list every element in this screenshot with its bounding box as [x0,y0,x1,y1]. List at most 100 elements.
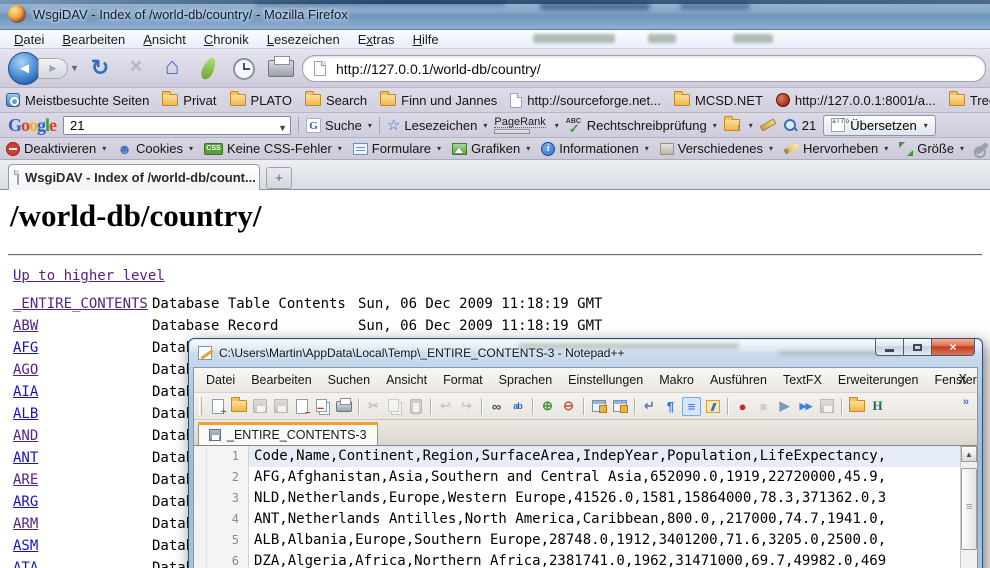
google-search-input[interactable]: 21▼ [63,116,291,135]
listing-link[interactable]: ARG [13,494,38,510]
new-file-icon[interactable]: + [208,397,227,416]
notepad-editor[interactable]: 1Code,Name,Continent,Region,SurfaceArea,… [194,445,977,568]
listing-link[interactable]: AFG [13,340,38,356]
webdev-item-disable[interactable]: Deaktivieren▾ [6,141,106,156]
webdev-item-cookies[interactable]: ☻Cookies▾ [117,141,193,157]
editor-line[interactable]: 4ANT,Netherlands Antilles,North America,… [207,509,960,530]
webdev-item-resize[interactable]: Größe▾ [899,141,964,156]
replace-icon[interactable]: ab [508,397,527,416]
bookmark-item[interactable]: http://sourceforge.net... [510,93,661,108]
webdev-item-forms[interactable]: Formulare▾ [353,141,441,156]
np-menu-datei[interactable]: Datei [198,371,243,389]
tab-entire-contents[interactable]: _ENTIRE_CONTENTS-3 [198,422,378,446]
webdev-item-css[interactable]: CSSKeine CSS-Fehler▾ [204,141,342,156]
translate-button[interactable]: a í 7 öÜbersetzen▾ [823,115,936,136]
send-to-folder-icon[interactable] [724,119,740,131]
menu-extras[interactable]: Extras [350,31,403,48]
save-all-icon[interactable] [271,397,290,416]
undo-icon[interactable]: ↩ [436,397,455,416]
open-file-icon[interactable] [229,397,248,416]
chevron-down-icon[interactable]: ▾ [749,121,753,130]
notepad-titlebar[interactable]: C:\Users\Martin\AppData\Local\Temp\_ENTI… [189,339,982,367]
np-menu-makro[interactable]: Makro [651,371,702,389]
find-count-button[interactable]: 21 [783,118,816,133]
np-menu-format[interactable]: Format [435,371,491,389]
scroll-up-icon[interactable]: ▲ [961,446,977,462]
url-text[interactable]: http://127.0.0.1/world-db/country/ [336,61,541,77]
listing-link[interactable]: ALB [13,406,38,422]
webdev-item-misc[interactable]: Verschiedenes▾ [660,141,773,156]
menu-lesezeichen[interactable]: Lesezeichen [259,31,348,48]
listing-link[interactable]: AGO [13,362,38,378]
html-view-icon[interactable]: H [868,397,887,416]
reload-button[interactable]: ↻ [86,55,114,81]
paste-icon[interactable] [406,397,425,416]
history-clock-icon[interactable] [233,58,255,80]
bookmark-item[interactable]: Meistbesuchte Seiten [6,93,149,108]
bookmark-item[interactable]: PLATO [230,93,292,108]
editor-line[interactable]: 1Code,Name,Continent,Region,SurfaceArea,… [207,446,960,467]
listing-link[interactable]: AND [13,428,38,444]
tab-wsgidav[interactable]: WsgiDAV - Index of /world-db/count... [8,164,260,190]
np-menu-bearbeiten[interactable]: Bearbeiten [243,371,319,389]
np-menu-?[interactable]: ? [985,371,990,389]
listing-link[interactable]: ASM [13,538,38,554]
menu-bearbeiten[interactable]: Bearbeiten [54,31,133,48]
np-menu-textfx[interactable]: TextFX [775,371,830,389]
sync-vertical-icon[interactable] [589,397,608,416]
doc-map-icon[interactable] [703,397,722,416]
notepad-menu-close[interactable]: X [959,372,967,386]
np-menu-ansicht[interactable]: Ansicht [378,371,435,389]
sync-horizontal-icon[interactable] [610,397,629,416]
close-button[interactable]: × [931,339,975,356]
np-menu-sprachen[interactable]: Sprachen [491,371,561,389]
back-button[interactable]: ◄ [8,52,41,85]
np-menu-erweiterungen[interactable]: Erweiterungen [830,371,927,389]
menu-chronik[interactable]: Chronik [196,31,257,48]
stop-macro-icon[interactable]: ■ [754,397,773,416]
listing-link[interactable]: ABW [13,318,38,334]
minimize-button[interactable] [875,339,903,356]
zoom-out-icon[interactable]: ⊖ [559,397,578,416]
webdev-item-images[interactable]: Grafiken▾ [452,141,530,156]
editor-line[interactable]: 3NLD,Netherlands,Europe,Western Europe,4… [207,488,960,509]
menu-ansicht[interactable]: Ansicht [135,31,194,48]
menu-hilfe[interactable]: Hilfe [405,31,447,48]
listing-link[interactable]: ARM [13,516,38,532]
listing-link[interactable]: AIA [13,384,38,400]
bookmark-item[interactable]: Search [305,93,367,108]
np-menu-fenster[interactable]: Fenster [926,371,984,389]
cut-icon[interactable]: ✂ [364,397,383,416]
editor-text-area[interactable]: 1Code,Name,Continent,Region,SurfaceArea,… [207,446,960,568]
menu-datei[interactable]: Datei [6,31,52,48]
search-dropdown-icon[interactable]: ▼ [278,120,287,137]
save-icon[interactable] [250,397,269,416]
indent-guide-icon[interactable]: ≡ [682,397,701,416]
bookmark-item[interactable]: Privat [162,93,216,108]
np-menu-suchen[interactable]: Suchen [320,371,378,389]
open-containing-folder-icon[interactable] [847,397,866,416]
run-macro-multi-icon[interactable]: ▶▶ [796,397,815,416]
listing-link[interactable]: ANT [13,450,38,466]
stop-button[interactable]: × [122,55,150,79]
google-bookmarks-button[interactable]: ☆Lesezeichen▾ [387,116,487,134]
redo-icon[interactable]: ↪ [457,397,476,416]
listing-link[interactable]: ATA [13,560,38,568]
pagerank-widget[interactable]: PageRank [494,117,545,134]
notepad-window[interactable]: C:\Users\Martin\AppData\Local\Temp\_ENTI… [188,338,983,568]
up-to-higher-level-link[interactable]: Up to higher level [13,268,165,284]
close-all-docs-icon[interactable]: – [313,397,332,416]
editor-scrollbar[interactable]: ▲ [960,446,977,568]
find-icon[interactable]: ∞ [487,397,506,416]
bookmark-item[interactable]: Finn und Jannes [380,93,497,108]
google-search-button[interactable]: GSuche▾ [306,118,372,133]
scrollbar-thumb[interactable] [961,468,977,550]
bookmark-item[interactable]: http://127.0.0.1:8001/a... [776,93,936,108]
webdev-item-outline[interactable]: Hervorheben▾ [784,141,888,156]
word-wrap-icon[interactable]: ↵ [640,397,659,416]
np-menu-einstellungen[interactable]: Einstellungen [560,371,651,389]
maximize-button[interactable] [903,339,931,356]
chevron-down-icon[interactable]: ▾ [555,121,559,130]
new-tab-button[interactable]: + [266,167,292,189]
toolbar-overflow-icon[interactable]: » [963,396,969,408]
